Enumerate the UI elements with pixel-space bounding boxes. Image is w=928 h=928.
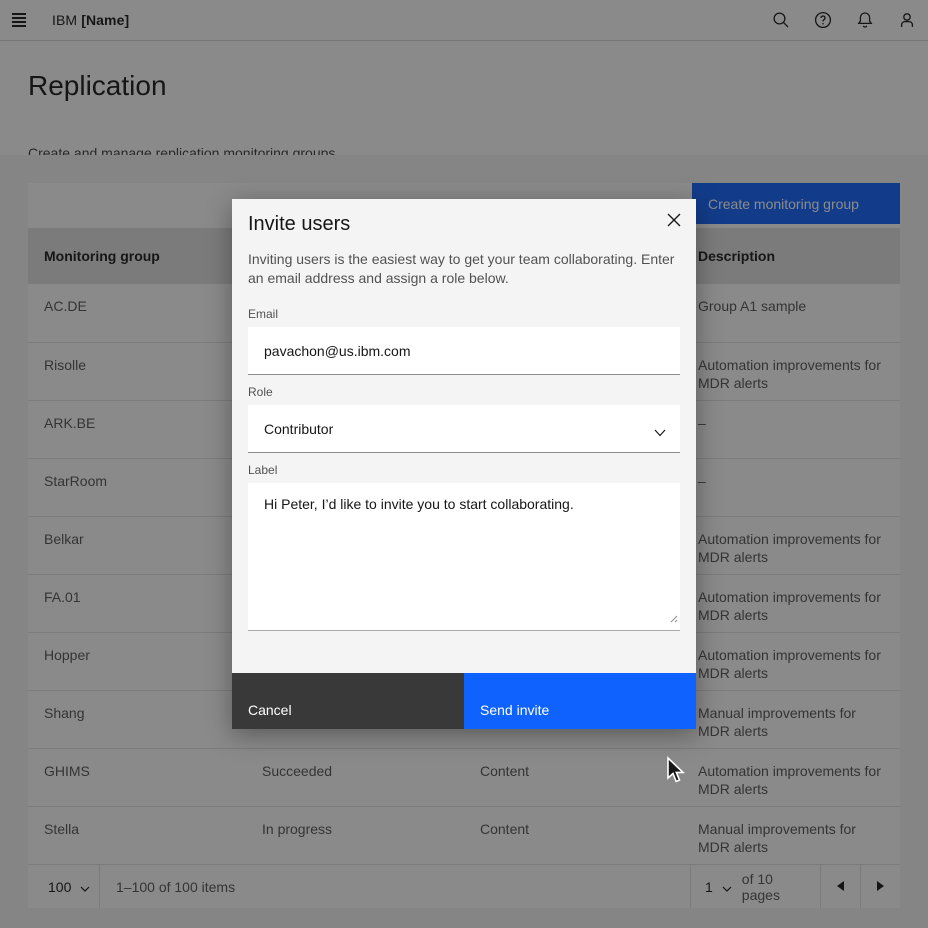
- modal-title: Invite users: [248, 213, 350, 236]
- close-icon: [667, 213, 681, 230]
- application-window: IBM[Name]: [0, 0, 928, 928]
- role-label: Role: [248, 385, 273, 399]
- modal-footer: Cancel Send invite: [232, 673, 696, 729]
- modal-close-button[interactable]: [658, 205, 690, 237]
- chevron-down-icon: [654, 424, 666, 440]
- send-invite-button[interactable]: Send invite: [464, 673, 696, 729]
- message-field-wrap: Hi Peter, I’d like to invite you to star…: [248, 483, 680, 631]
- modal-description: Inviting users is the easiest way to get…: [248, 250, 678, 288]
- cancel-button[interactable]: Cancel: [232, 673, 464, 729]
- email-label: Email: [248, 307, 278, 321]
- message-label: Label: [248, 463, 277, 477]
- message-field[interactable]: Hi Peter, I’d like to invite you to star…: [248, 483, 680, 631]
- role-select[interactable]: Contributor: [248, 405, 680, 453]
- role-select-value: Contributor: [264, 421, 333, 437]
- invite-users-modal: Invite users Inviting users is the easie…: [232, 199, 696, 729]
- email-field[interactable]: [248, 327, 680, 375]
